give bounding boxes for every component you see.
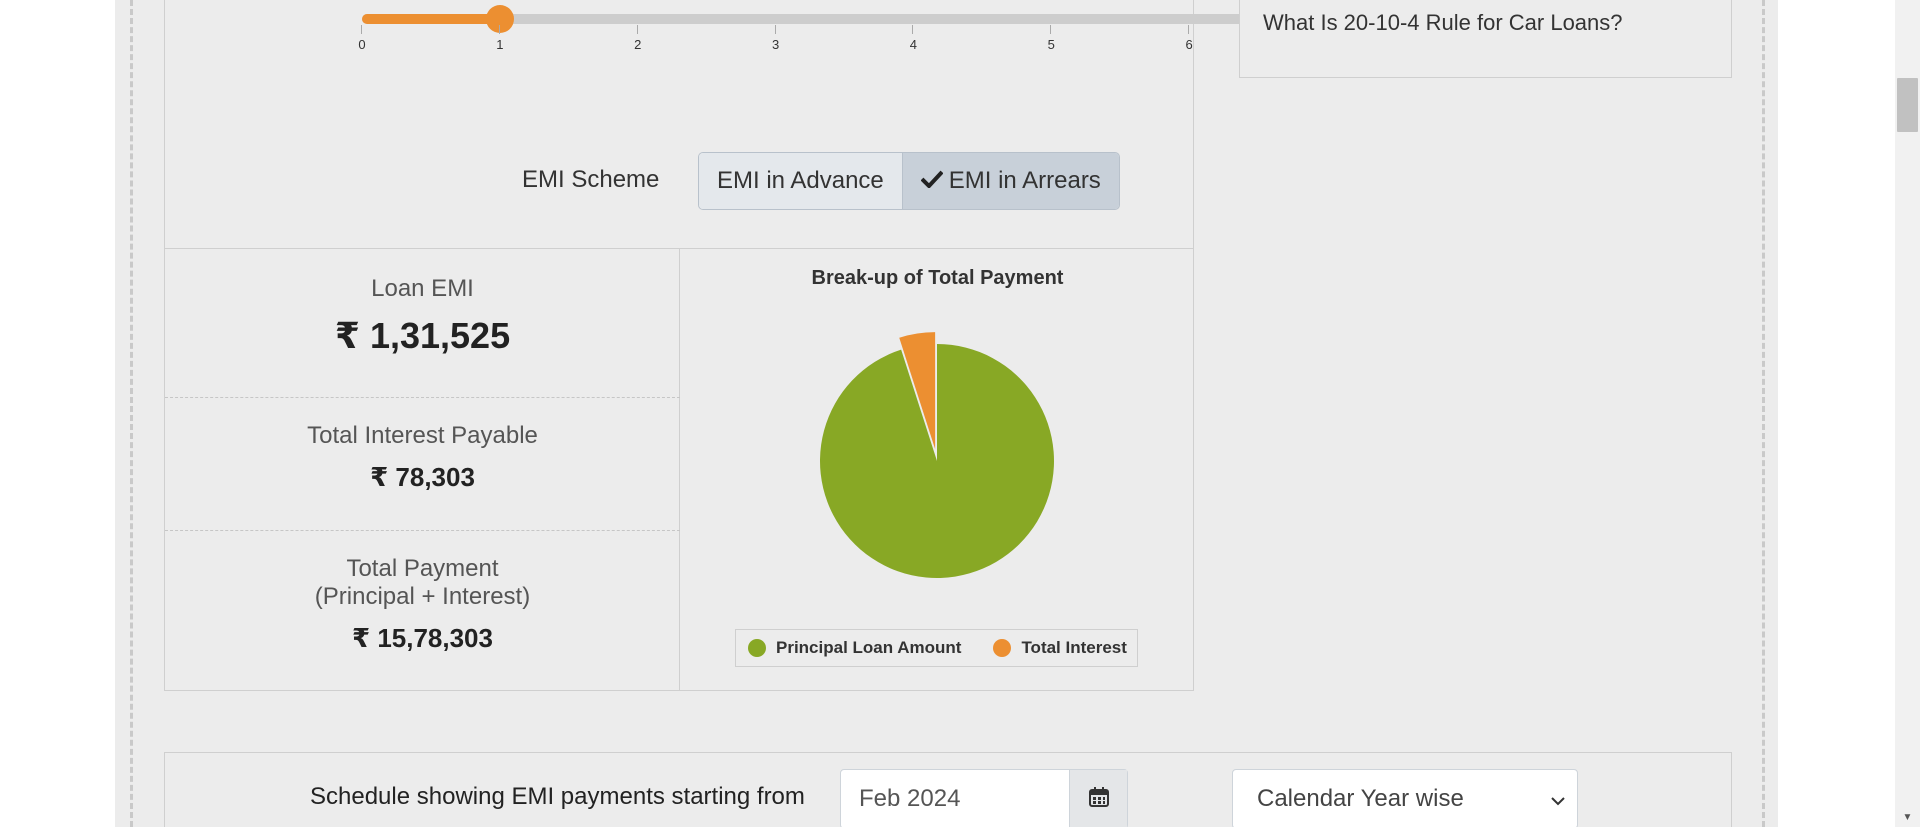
total-payment-value: ₹ 15,78,303 [352,623,493,653]
loan-emi-block: Loan EMI ₹ 1,31,525 [165,275,680,357]
total-interest-block: Total Interest Payable ₹ 78,303 [165,422,680,493]
loan-emi-label: Loan EMI [371,275,474,302]
scroll-down-arrow-icon[interactable]: ▼ [1895,812,1920,823]
slider-tick-label: 1 [490,25,510,52]
loan-emi-value: ₹ 1,31,525 [334,315,511,356]
loan-tenure-slider[interactable] [362,5,1327,33]
legend-label-principal: Principal Loan Amount [776,638,962,657]
emi-scheme-toggle: EMI in Advance EMI in Arrears [698,152,1120,210]
chart-legend: Principal Loan Amount Total Interest [735,629,1138,667]
legend-item-interest[interactable]: Total Interest [993,638,1127,658]
schedule-start-date-value: Feb 2024 [859,785,961,812]
legend-marker-principal [748,639,766,657]
total-interest-label: Total Interest Payable [307,422,538,449]
page-border-right [1762,0,1765,827]
slider-tick-label: 5 [1041,25,1061,52]
emi-in-advance-label: EMI in Advance [717,167,884,194]
pie-slice-principal[interactable] [820,344,1054,578]
calendar-button[interactable] [1069,770,1127,827]
slider-tick-label: 2 [628,25,648,52]
emi-in-arrears-button[interactable]: EMI in Arrears [901,153,1119,209]
schedule-controls: Schedule showing EMI payments starting f… [164,752,1732,827]
emi-calculator-panel: 01234567 EMI Scheme EMI in Advance EMI i… [164,0,1331,691]
page-border-left [130,0,133,827]
total-payment-block: Total Payment (Principal + Interest) ₹ 1… [165,555,680,654]
calendar-icon [1088,786,1110,813]
schedule-label: Schedule showing EMI payments starting f… [310,783,805,810]
total-payment-label: Total Payment [346,555,499,582]
scrollbar-thumb[interactable] [1897,78,1918,132]
emi-in-arrears-label: EMI in Arrears [948,167,1101,194]
total-payment-sublabel: (Principal + Interest) [314,583,531,610]
results-summary: Loan EMI ₹ 1,31,525 Total Interest Payab… [165,249,680,690]
emi-scheme-label: EMI Scheme [522,166,660,193]
pie-chart [820,332,1054,578]
chevron-down-icon [1551,785,1565,813]
slider-handle[interactable] [485,5,514,33]
legend-label-interest: Total Interest [1021,638,1127,657]
legend-item-principal[interactable]: Principal Loan Amount [748,638,961,658]
schedule-view-select[interactable]: Calendar Year wise [1232,769,1578,827]
total-interest-value: ₹ 78,303 [370,462,475,492]
slider-tick-label: 6 [1179,25,1199,52]
check-icon [920,167,944,195]
slider-fill [362,14,500,24]
article-link-20-10-4-rule[interactable]: What Is 20-10-4 Rule for Car Loans? [1263,10,1623,36]
page-scrollbar[interactable]: ▼ [1895,0,1920,827]
slider-tick-label: 3 [766,25,786,52]
related-articles-card: What Is 20-10-4 Rule for Car Loans? [1239,0,1732,78]
slider-tick-label: 4 [903,25,923,52]
results-separator [165,530,680,531]
legend-marker-interest [993,639,1012,657]
schedule-start-date-field[interactable]: Feb 2024 [840,769,1128,827]
slider-tick-label: 0 [352,25,372,52]
results-separator [165,397,680,398]
payment-breakup-chart: Break-up of Total Payment Principal Loan… [681,249,1194,690]
schedule-view-value: Calendar Year wise [1257,785,1464,812]
emi-in-advance-button[interactable]: EMI in Advance [699,153,902,209]
